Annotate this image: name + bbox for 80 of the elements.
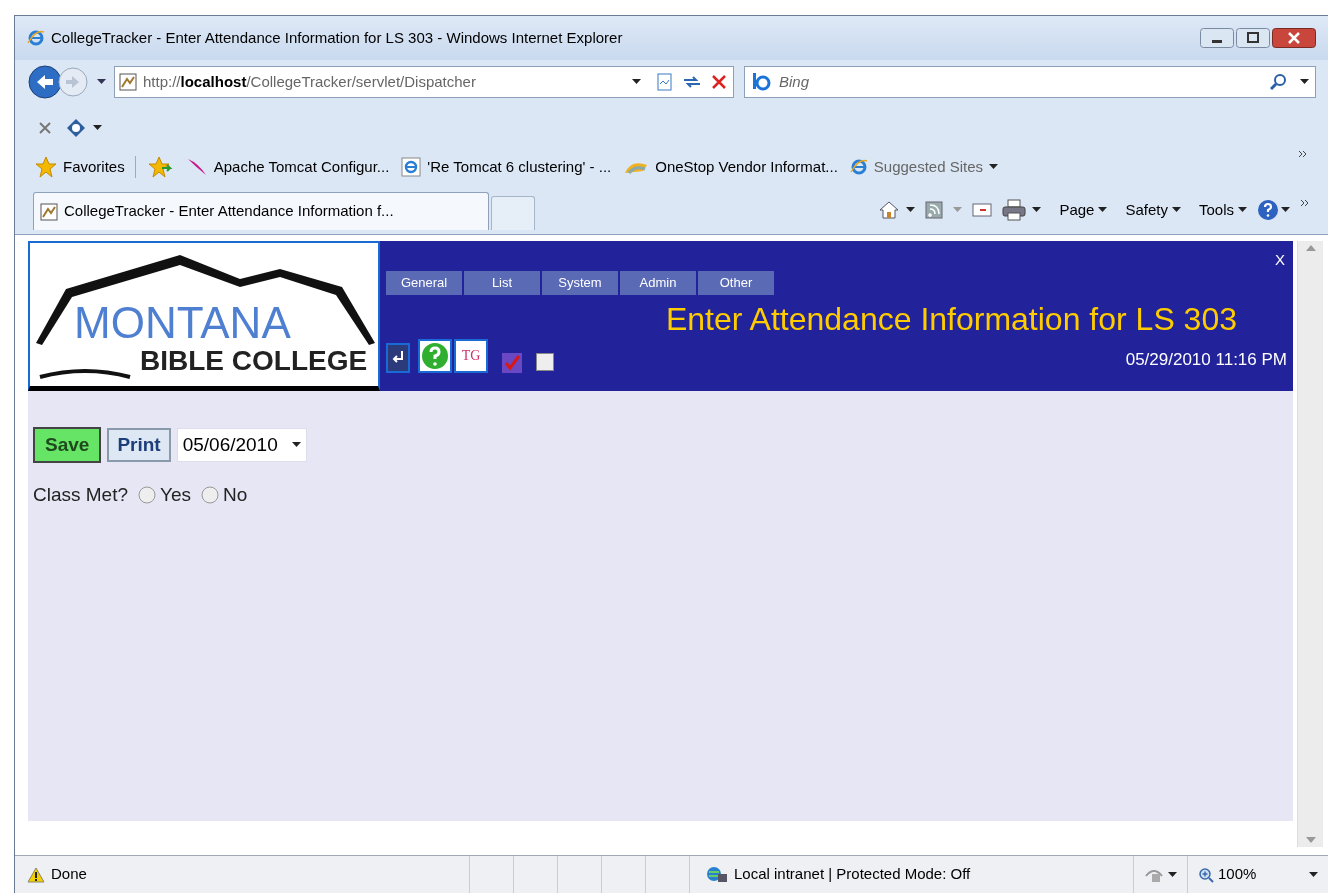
star-icon[interactable] bbox=[35, 156, 57, 178]
minimize-button[interactable] bbox=[1200, 28, 1234, 48]
menu-tab[interactable]: List bbox=[464, 271, 540, 295]
status-text: Done bbox=[51, 864, 87, 885]
checkbox[interactable] bbox=[536, 352, 554, 371]
url-text: http://localhost/CollegeTracker/servlet/Dispatcher bbox=[143, 71, 476, 92]
favorites-button[interactable]: Favorites bbox=[63, 155, 125, 179]
ie-icon[interactable] bbox=[849, 158, 868, 176]
browser-tab[interactable]: CollegeTracker - Enter Attendance Information f... bbox=[33, 192, 489, 230]
feed-icon[interactable] bbox=[925, 201, 944, 219]
search-field[interactable]: Bing bbox=[744, 66, 1316, 98]
favorite-link[interactable]: 'Re Tomcat 6 clustering' - ... bbox=[427, 155, 612, 179]
security-zone: Local intranet | Protected Mode: Off bbox=[734, 864, 971, 885]
option-label: Yes bbox=[160, 483, 192, 507]
favorite-link[interactable]: Suggested Sites bbox=[873, 155, 984, 179]
caret-icon[interactable] bbox=[632, 79, 641, 85]
date-time: 05/29/2010 11:16 PM bbox=[1125, 349, 1287, 371]
radio-button[interactable] bbox=[138, 486, 157, 505]
search-placeholder: Bing bbox=[779, 71, 810, 92]
caret-icon[interactable] bbox=[1300, 79, 1309, 85]
menu-tab[interactable]: System bbox=[542, 271, 618, 295]
caret-icon[interactable] bbox=[1238, 207, 1247, 213]
restore-button[interactable] bbox=[1236, 28, 1270, 48]
zoom-level[interactable]: 100% bbox=[1218, 863, 1257, 886]
compatibility-icon[interactable] bbox=[655, 72, 675, 92]
diamond-icon[interactable] bbox=[65, 118, 87, 138]
caret-icon[interactable] bbox=[1309, 871, 1318, 878]
option-label: No bbox=[223, 483, 248, 507]
address-field[interactable]: http://localhost/CollegeTracker/servlet/Dispatcher bbox=[114, 66, 734, 98]
back-button[interactable] bbox=[27, 64, 63, 100]
menu-tab[interactable]: Other bbox=[698, 271, 774, 295]
close-button[interactable] bbox=[1272, 28, 1316, 48]
network-globe-icon bbox=[706, 865, 728, 884]
menu-tab[interactable]: General bbox=[386, 271, 462, 295]
search-icon[interactable] bbox=[1270, 73, 1288, 91]
return-icon[interactable] bbox=[386, 342, 410, 373]
caret-icon[interactable] bbox=[97, 79, 106, 85]
form-button[interactable]: Save bbox=[33, 427, 102, 463]
page-icon bbox=[40, 202, 58, 221]
page-icon[interactable] bbox=[401, 157, 422, 177]
menu-button[interactable]: Page bbox=[1059, 198, 1095, 222]
close-link[interactable]: X bbox=[1275, 249, 1285, 272]
caret-icon[interactable] bbox=[906, 207, 916, 213]
caret-icon[interactable] bbox=[1281, 207, 1290, 213]
date-select[interactable]: 05/06/2010 bbox=[176, 428, 307, 462]
field-label: Class Met? bbox=[33, 483, 129, 507]
mail-icon[interactable] bbox=[972, 202, 993, 218]
caret-icon[interactable] bbox=[989, 164, 999, 170]
caret-icon[interactable] bbox=[1168, 871, 1177, 878]
caret-icon[interactable] bbox=[1032, 207, 1042, 213]
caret-icon bbox=[291, 442, 301, 448]
help-icon[interactable] bbox=[1257, 199, 1279, 221]
checkbox[interactable] bbox=[502, 352, 522, 373]
radio-button[interactable] bbox=[201, 486, 220, 505]
help-icon[interactable] bbox=[418, 338, 452, 373]
bing-icon bbox=[751, 72, 773, 92]
menu-button[interactable]: Safety bbox=[1125, 198, 1168, 222]
form-button[interactable]: Print bbox=[107, 428, 171, 462]
tg-button[interactable]: TG bbox=[454, 338, 488, 373]
logo-drawing: MONTANA BIBLE COLLEGE bbox=[28, 241, 380, 391]
caret-icon[interactable] bbox=[1098, 207, 1108, 213]
favorite-link[interactable]: OneStop Vendor Informat... bbox=[655, 155, 838, 179]
printer-icon[interactable] bbox=[1002, 199, 1027, 221]
add-favorite-icon[interactable] bbox=[147, 156, 174, 178]
caret-icon[interactable] bbox=[93, 125, 102, 131]
menu-button[interactable]: Tools bbox=[1198, 198, 1234, 222]
forward-button[interactable] bbox=[57, 66, 89, 98]
zoom-icon[interactable] bbox=[1198, 866, 1214, 883]
close-icon[interactable] bbox=[39, 122, 51, 134]
warning-icon[interactable] bbox=[27, 866, 45, 883]
favorite-link[interactable]: Apache Tomcat Configur... bbox=[213, 155, 390, 179]
ie-icon bbox=[27, 29, 45, 47]
chevron-icon[interactable] bbox=[1298, 150, 1308, 158]
page-icon bbox=[119, 73, 137, 91]
menu-tab[interactable]: Admin bbox=[620, 271, 696, 295]
caret-icon[interactable] bbox=[1171, 207, 1181, 213]
home-icon[interactable] bbox=[878, 200, 901, 220]
chevron-icon[interactable] bbox=[1300, 198, 1310, 207]
window-title: CollegeTracker - Enter Attendance Information for LS 303 - Windows Internet Explorer bbox=[51, 27, 623, 48]
page-title: Enter Attendance Information for LS 303 bbox=[664, 302, 1238, 335]
